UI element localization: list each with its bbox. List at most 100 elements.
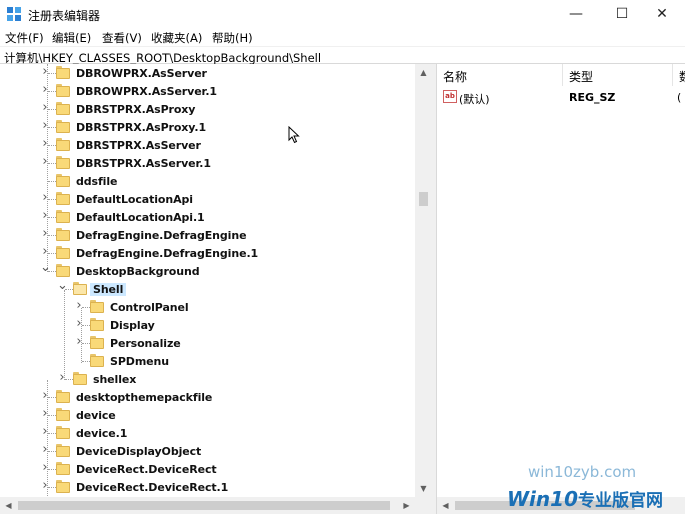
tree-item-label: DeviceDisplayObject	[76, 445, 202, 458]
chevron-right-icon[interactable]: ›	[40, 101, 50, 115]
scroll-down-icon[interactable]: ▼	[415, 480, 432, 497]
title-bar: 注册表编辑器 — ☐ ✕	[0, 0, 685, 28]
chevron-right-icon[interactable]: ›	[40, 479, 50, 493]
tree-item[interactable]: › DBRSTPRX.AsServer	[0, 136, 412, 154]
chevron-right-icon[interactable]: ›	[40, 461, 50, 475]
tree-item[interactable]: › DeviceRect.DeviceRect	[0, 460, 412, 478]
folder-icon	[56, 156, 70, 169]
tree-item[interactable]: ⌄ Shell	[0, 279, 412, 298]
tree-vertical-scrollbar[interactable]: ▲ ▼	[415, 64, 432, 497]
tree-item-label: DesktopBackground	[76, 265, 200, 278]
values-pane[interactable]: 名称 类型 数 ab (默认) REG_SZ (	[436, 64, 685, 514]
scroll-up-icon[interactable]: ▲	[415, 64, 432, 81]
scroll-right-icon[interactable]: ▶	[398, 497, 415, 514]
watermark-logo-chinese: 专业版官网	[578, 491, 663, 511]
tree-item-label: device	[76, 409, 116, 422]
chevron-right-icon[interactable]: ›	[40, 119, 50, 133]
watermark-logo-latin: Win10	[507, 487, 578, 511]
value-type: REG_SZ	[569, 91, 616, 104]
mouse-pointer-icon	[288, 126, 300, 144]
chevron-right-icon[interactable]: ›	[40, 443, 50, 457]
tree-item[interactable]: › DBRSTPRX.AsServer.1	[0, 154, 412, 172]
column-header-name[interactable]: 名称	[437, 64, 563, 86]
folder-icon	[90, 336, 104, 349]
tree-item[interactable]: › device.1	[0, 424, 412, 442]
tree-item[interactable]: › ControlPanel	[0, 298, 412, 316]
tree-item-label: DBROWPRX.AsServer	[76, 67, 207, 80]
value-row[interactable]: ab (默认) REG_SZ (	[437, 88, 685, 106]
chevron-right-icon[interactable]: ›	[40, 191, 50, 205]
folder-icon	[56, 228, 70, 241]
tree-item-label: ddsfile	[76, 175, 118, 188]
tree-item-label: DefaultLocationApi.1	[76, 211, 205, 224]
tree-item-label: DeviceRect.DeviceRect	[76, 463, 217, 476]
tree-item[interactable]: SPDmenu	[0, 352, 412, 370]
tree-item-label: SPDmenu	[110, 355, 169, 368]
chevron-right-icon[interactable]: ›	[40, 137, 50, 151]
folder-icon	[56, 192, 70, 205]
tree-item-label: ControlPanel	[110, 301, 189, 314]
tree-item-label: DBRSTPRX.AsProxy	[76, 103, 196, 116]
menu-edit[interactable]: 编辑(E)	[52, 30, 91, 46]
tree-item[interactable]: › Display	[0, 316, 412, 334]
tree-item[interactable]: › DefaultLocationApi	[0, 190, 412, 208]
folder-icon	[90, 318, 104, 331]
chevron-right-icon[interactable]: ›	[40, 407, 50, 421]
tree-item[interactable]: › DefragEngine.DefragEngine	[0, 226, 412, 244]
tree-item-label: device.1	[76, 427, 128, 440]
chevron-right-icon[interactable]: ›	[40, 155, 50, 169]
scroll-left-icon[interactable]: ◀	[437, 497, 454, 514]
chevron-down-icon[interactable]: ⌄	[40, 261, 51, 277]
folder-icon	[73, 372, 87, 385]
menu-file[interactable]: 文件(F)	[5, 30, 44, 46]
chevron-right-icon[interactable]: ›	[40, 65, 50, 79]
tree-item[interactable]: › DBRSTPRX.AsProxy.1	[0, 118, 412, 136]
tree-item[interactable]: › DBROWPRX.AsServer	[0, 64, 412, 82]
scroll-thumb[interactable]	[18, 501, 390, 510]
chevron-right-icon[interactable]: ›	[74, 317, 84, 331]
chevron-right-icon[interactable]: ›	[40, 83, 50, 97]
tree-line	[82, 361, 90, 362]
tree-item-label: shellex	[93, 373, 137, 386]
chevron-right-icon[interactable]: ›	[57, 371, 67, 385]
minimize-button[interactable]: —	[553, 0, 599, 28]
chevron-down-icon[interactable]: ⌄	[57, 279, 68, 295]
tree-item[interactable]: › DBROWPRX.AsServer.1	[0, 82, 412, 100]
chevron-right-icon[interactable]: ›	[40, 227, 50, 241]
watermark-url: win10zyb.com	[528, 463, 637, 481]
tree-item-label: DBRSTPRX.AsProxy.1	[76, 121, 206, 134]
scroll-left-icon[interactable]: ◀	[0, 497, 17, 514]
tree-item[interactable]: › device	[0, 406, 412, 424]
tree-horizontal-scrollbar[interactable]: ◀ ▶	[0, 497, 415, 514]
folder-icon	[56, 210, 70, 223]
tree-item[interactable]: › DeviceDisplayObject	[0, 442, 412, 460]
folder-icon	[56, 462, 70, 475]
folder-icon	[56, 102, 70, 115]
string-value-icon: ab	[443, 90, 457, 103]
chevron-right-icon[interactable]: ›	[40, 389, 50, 403]
chevron-right-icon[interactable]: ›	[74, 335, 84, 349]
folder-icon	[56, 390, 70, 403]
chevron-right-icon[interactable]: ›	[40, 245, 50, 259]
tree-item[interactable]: › DefaultLocationApi.1	[0, 208, 412, 226]
tree-item[interactable]: › shellex	[0, 370, 412, 388]
tree-item[interactable]: › DefragEngine.DefragEngine.1	[0, 244, 412, 262]
chevron-right-icon[interactable]: ›	[74, 299, 84, 313]
chevron-right-icon[interactable]: ›	[40, 425, 50, 439]
column-header-data[interactable]: 数	[673, 64, 685, 86]
tree-item[interactable]: › Personalize	[0, 334, 412, 352]
tree-item[interactable]: › desktopthemepackfile	[0, 388, 412, 406]
tree-item[interactable]: ddsfile	[0, 172, 412, 190]
scroll-thumb[interactable]	[419, 192, 428, 206]
tree-item[interactable]: › DBRSTPRX.AsProxy	[0, 100, 412, 118]
chevron-right-icon[interactable]: ›	[40, 209, 50, 223]
key-tree[interactable]: › DBROWPRX.AsServer › DBROWPRX.AsServer.1 › D…	[0, 64, 432, 514]
tree-item-label: DefragEngine.DefragEngine.1	[76, 247, 259, 260]
menu-help[interactable]: 帮助(H)	[212, 30, 253, 46]
menu-favorites[interactable]: 收藏夹(A)	[151, 30, 202, 46]
column-header-type[interactable]: 类型	[563, 64, 673, 86]
close-button[interactable]: ✕	[639, 0, 685, 28]
menu-view[interactable]: 查看(V)	[102, 30, 142, 46]
tree-item[interactable]: › DeviceRect.DeviceRect.1	[0, 478, 412, 496]
address-bar[interactable]: 计算机\HKEY_CLASSES_ROOT\DesktopBackground\…	[0, 46, 685, 65]
